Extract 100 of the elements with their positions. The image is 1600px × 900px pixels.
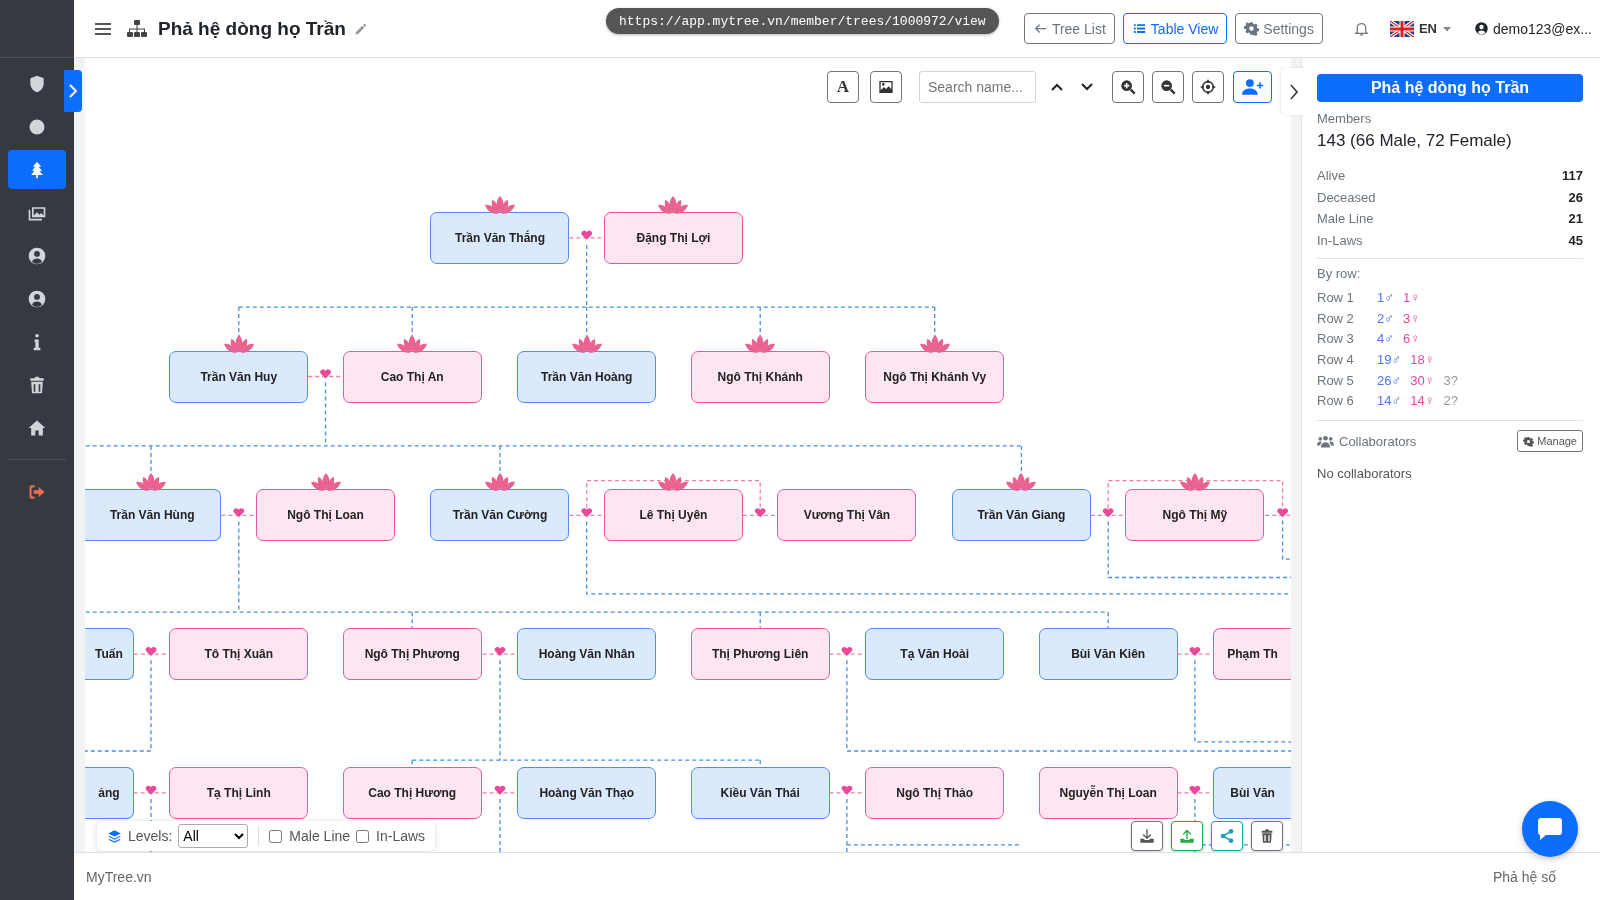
person-node[interactable]: Vương Thị Vân — [777, 489, 917, 542]
expand-sidebar-tab[interactable] — [64, 70, 82, 112]
person-node[interactable]: Ngô Thị Thảo — [865, 766, 1005, 819]
person-node[interactable]: Trần Văn Cường — [430, 489, 570, 542]
person-node[interactable]: Ngô Thị Khánh Vy — [865, 350, 1005, 403]
unknown-count: 2? — [1443, 393, 1458, 409]
upload-icon — [1179, 828, 1195, 844]
person-node[interactable]: Bùi Văn Kiên — [1038, 628, 1178, 681]
person-node[interactable]: Trần Văn Thắng — [430, 211, 570, 264]
delete-button[interactable] — [1251, 821, 1283, 851]
zoom-in-button[interactable] — [1112, 71, 1144, 103]
sidebar-item[interactable] — [8, 150, 66, 189]
stat-value: 26 — [1568, 189, 1583, 205]
person-node[interactable]: Nguyễn Thị Loan — [1038, 766, 1178, 819]
chevron-right-icon — [1289, 83, 1299, 100]
row-label: Row 6 — [1317, 393, 1355, 409]
person-node[interactable]: Bùi Văn — [1213, 766, 1291, 819]
users-icon — [1317, 434, 1334, 448]
stat-label: Male Line — [1317, 211, 1374, 227]
female-count: 1♀ — [1403, 289, 1420, 305]
stat-label: Alive — [1317, 168, 1346, 184]
heart-icon — [1189, 647, 1201, 657]
person-node[interactable]: Hoàng Văn Nhân — [517, 628, 657, 681]
male-count: 14♂ — [1377, 393, 1402, 409]
url-tooltip: https://app.mytree.vn/member/trees/1000972/view — [606, 8, 999, 34]
person-node[interactable]: Tạ Văn Hoài — [865, 628, 1005, 681]
levels-select[interactable]: All — [178, 824, 249, 848]
person-node[interactable]: ảng — [85, 766, 134, 819]
person-node[interactable]: Đặng Thị Lợi — [603, 211, 743, 264]
share-button[interactable] — [1211, 821, 1243, 851]
stat-label: Deceased — [1317, 189, 1376, 205]
connector-line — [828, 653, 865, 655]
language-selector[interactable]: EN — [1389, 20, 1452, 37]
person-node[interactable]: Trần Văn Giang — [951, 489, 1091, 542]
person-node[interactable]: Ngô Thị Loan — [256, 489, 395, 542]
zoom-out-button[interactable] — [1152, 71, 1184, 103]
checkbox[interactable] — [269, 829, 283, 843]
tree-name-button[interactable]: Phả hệ dòng họ Trần — [1317, 74, 1583, 102]
back-button[interactable]: Tree List — [1023, 13, 1115, 44]
footer-brand[interactable]: MyTree.vn — [86, 868, 152, 885]
heart-icon — [841, 647, 853, 657]
collaborators-label: Collaborators — [1339, 433, 1417, 449]
collapse-panel-tab[interactable] — [1281, 68, 1307, 115]
person-node[interactable]: Cao Thị An — [342, 350, 482, 403]
upload-button[interactable] — [1171, 821, 1203, 851]
trash-icon — [1259, 828, 1275, 844]
heart-icon — [1102, 508, 1114, 518]
male-count: 1♂ — [1377, 289, 1394, 305]
gear-icon — [1244, 21, 1260, 36]
row-label: Row 2 — [1317, 310, 1355, 326]
person-node[interactable]: Tô Thị Xuân — [169, 628, 309, 681]
person-node[interactable]: Lê Thị Uyên — [603, 489, 743, 542]
settings-button[interactable]: Settings — [1235, 13, 1323, 44]
person-node[interactable]: Trần Văn Hoàng — [517, 350, 657, 403]
heart-icon — [754, 508, 766, 518]
layers-icon — [107, 828, 122, 844]
bell-icon[interactable] — [1352, 20, 1370, 37]
person-node[interactable]: Phạm Th — [1213, 628, 1291, 681]
heart-icon — [841, 785, 853, 795]
stat-value: 45 — [1568, 232, 1583, 248]
stat-label: In-Laws — [1317, 232, 1363, 248]
male-count: 26♂ — [1377, 372, 1402, 388]
chevron-right-icon — [68, 84, 78, 98]
crosshair-icon — [1200, 79, 1216, 95]
connector-line — [481, 792, 518, 794]
person-node[interactable]: Cao Thị Hương — [342, 766, 482, 819]
person-node[interactable]: Trần Văn Hùng — [85, 489, 221, 542]
person-node[interactable]: Kiều Văn Thái — [690, 766, 830, 819]
heart-icon — [1277, 508, 1288, 518]
font-button[interactable]: A — [827, 71, 859, 103]
add-member-button[interactable] — [1233, 71, 1272, 103]
person-node[interactable]: Trần Văn Huy — [169, 350, 309, 403]
zoom-out-icon — [1160, 79, 1176, 95]
checkbox[interactable] — [356, 829, 370, 843]
person-node[interactable]: Thị Phương Liên — [690, 628, 830, 681]
heart-icon — [494, 785, 506, 795]
arrow-left-icon — [1032, 21, 1048, 36]
image-button[interactable] — [870, 71, 902, 103]
no-collaborators-text: No collaborators — [1317, 466, 1413, 482]
pencil-icon[interactable] — [353, 21, 368, 36]
user-icon — [27, 288, 47, 309]
levels-label: Levels: — [128, 828, 173, 844]
heart-icon — [233, 508, 245, 518]
male-count: 2♂ — [1377, 310, 1394, 326]
person-node[interactable]: Tuấn — [85, 628, 134, 681]
female-count: 18♀ — [1410, 351, 1435, 367]
person-node[interactable]: Tạ Thị Linh — [169, 766, 309, 819]
manage-button[interactable]: Manage — [1517, 430, 1583, 453]
shield-icon — [27, 73, 47, 94]
search-field[interactable]: Search name... — [919, 71, 1036, 103]
person-node[interactable]: Ngô Thị Mỹ — [1125, 489, 1265, 542]
table-button[interactable]: Table View — [1122, 13, 1228, 44]
person-node[interactable]: Hoàng Văn Thạo — [517, 766, 657, 819]
person-node[interactable]: Ngô Thị Phương — [342, 628, 482, 681]
heart-icon — [1189, 785, 1201, 795]
download-button[interactable] — [1131, 821, 1163, 851]
person-node[interactable]: Ngô Thị Khánh — [690, 350, 830, 403]
user-menu[interactable]: demo123@ex... — [1473, 20, 1592, 37]
connector-line — [499, 798, 501, 852]
center-button[interactable] — [1192, 71, 1224, 103]
